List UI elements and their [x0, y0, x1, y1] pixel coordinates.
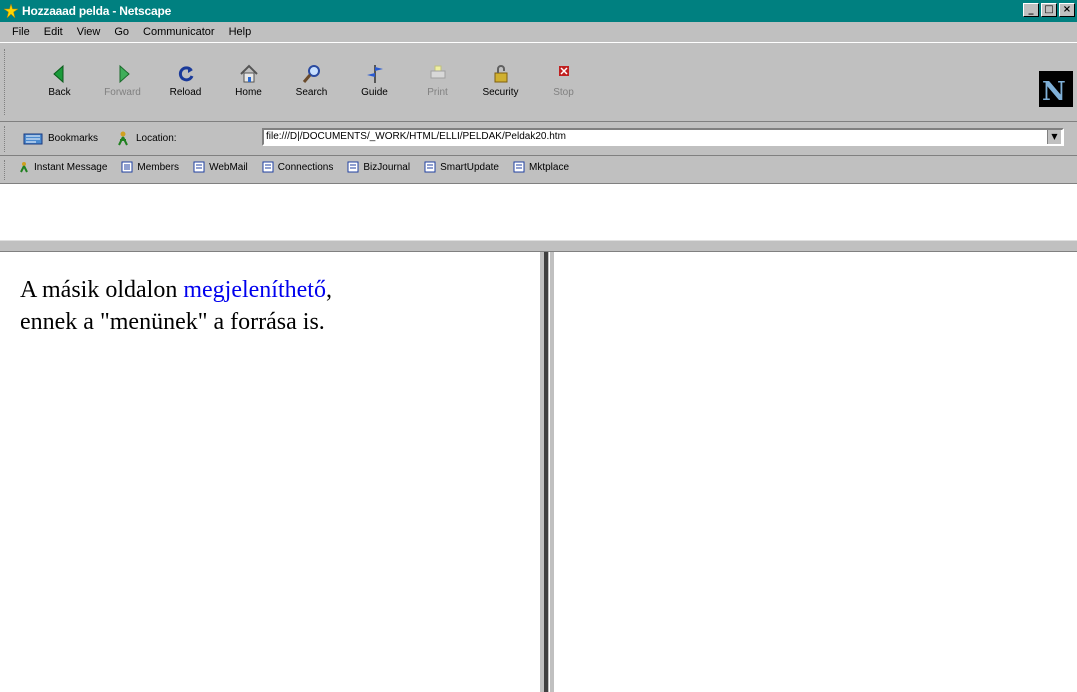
- title-bar: Hozzaaad pelda - Netscape _ □ ×: [0, 0, 1077, 22]
- search-label: Search: [295, 87, 328, 98]
- stop-button[interactable]: Stop: [532, 63, 595, 101]
- guide-label: Guide: [361, 87, 388, 98]
- menu-help[interactable]: Help: [229, 26, 252, 38]
- window-title: Hozzaaad pelda - Netscape: [22, 4, 172, 18]
- url-dropdown-button[interactable]: ▼: [1047, 130, 1061, 144]
- webmail-link[interactable]: WebMail: [193, 161, 248, 173]
- print-icon: [430, 65, 445, 79]
- members-label: Members: [137, 161, 180, 173]
- frame-divider-vertical[interactable]: [540, 252, 554, 692]
- right-frame: [554, 252, 1077, 692]
- content-line1-suffix: ,: [325, 277, 332, 303]
- security-button[interactable]: Security: [469, 63, 532, 101]
- left-frame: A másik oldalon megjeleníthető, ennek a …: [0, 252, 540, 692]
- menu-bar: File Edit View Go Communicator Help: [0, 22, 1077, 42]
- instant-message-label: Instant Message: [34, 161, 108, 173]
- menu-edit[interactable]: Edit: [44, 26, 63, 38]
- security-label: Security: [482, 87, 519, 98]
- toolbar-grip[interactable]: [4, 49, 8, 115]
- home-icon: [239, 64, 258, 83]
- menu-file[interactable]: File: [12, 26, 30, 38]
- netscape-app-icon: [3, 3, 19, 19]
- window-controls: _ □ ×: [1023, 3, 1075, 17]
- location-label: Location:: [136, 133, 177, 144]
- home-label: Home: [235, 87, 262, 98]
- connections-label: Connections: [277, 161, 334, 173]
- reload-label: Reload: [169, 87, 202, 98]
- forward-button[interactable]: Forward: [91, 63, 154, 101]
- navigation-toolbar: Back Forward Reload Home Search Guide Pr…: [0, 42, 1077, 122]
- location-icon: [118, 131, 128, 146]
- mktplace-icon: [513, 161, 525, 173]
- instant-message-link[interactable]: Instant Message: [18, 161, 107, 173]
- stop-label: Stop: [553, 87, 574, 98]
- divider-highlight: [549, 252, 550, 692]
- minimize-button[interactable]: _: [1023, 3, 1039, 17]
- mktplace-link[interactable]: Mktplace: [513, 161, 569, 173]
- bizjournal-link[interactable]: BizJournal: [347, 161, 410, 173]
- bizjournal-icon: [347, 161, 359, 173]
- back-label: Back: [48, 87, 71, 98]
- guide-icon: [366, 65, 383, 83]
- location-toolbar: Bookmarks Location: file:///D|/DOCUMENTS…: [0, 122, 1077, 156]
- reload-button[interactable]: Reload: [154, 63, 217, 101]
- home-button[interactable]: Home: [217, 63, 280, 101]
- location-grip[interactable]: [4, 126, 8, 152]
- print-button[interactable]: Print: [406, 63, 469, 101]
- maximize-button[interactable]: □: [1041, 3, 1057, 17]
- menu-go[interactable]: Go: [114, 26, 129, 38]
- back-button[interactable]: Back: [28, 63, 91, 101]
- instant-message-icon: [20, 162, 28, 173]
- url-text: file:///D|/DOCUMENTS/_WORK/HTML/ELLI/PEL…: [266, 131, 566, 142]
- bookmarks-icon[interactable]: [22, 132, 44, 146]
- smartupdate-icon: [424, 161, 436, 173]
- forward-arrow-icon: [119, 64, 130, 84]
- bookmarks-label[interactable]: Bookmarks: [48, 133, 98, 144]
- netscape-logo-letter: N: [1042, 77, 1066, 107]
- search-icon: [302, 65, 320, 83]
- content-line1-prefix: A másik oldalon: [20, 277, 184, 303]
- members-icon: [121, 161, 133, 173]
- guide-button[interactable]: Guide: [343, 63, 406, 101]
- url-input[interactable]: file:///D|/DOCUMENTS/_WORK/HTML/ELLI/PEL…: [262, 128, 1064, 146]
- frame-content-text: A másik oldalon megjeleníthető, ennek a …: [20, 274, 332, 338]
- connections-link[interactable]: Connections: [262, 161, 334, 173]
- frame-divider-horizontal[interactable]: [0, 240, 1077, 252]
- smartupdate-label: SmartUpdate: [440, 161, 499, 173]
- webmail-icon: [193, 161, 205, 173]
- smartupdate-link[interactable]: SmartUpdate: [424, 161, 499, 173]
- back-arrow-icon: [52, 64, 63, 84]
- header-frame: [0, 184, 1077, 240]
- connections-icon: [262, 161, 274, 173]
- search-button[interactable]: Search: [280, 63, 343, 101]
- webmail-label: WebMail: [209, 161, 248, 173]
- display-link[interactable]: megjeleníthető: [183, 277, 326, 303]
- netscape-logo[interactable]: N: [1039, 71, 1073, 107]
- divider-shadow: [544, 252, 548, 692]
- mktplace-label: Mktplace: [529, 161, 570, 173]
- personal-toolbar: Instant Message Members WebMail Connecti…: [0, 156, 1077, 184]
- bizjournal-label: BizJournal: [363, 161, 411, 173]
- content-line2: ennek a "menünek" a forrása is.: [20, 309, 325, 335]
- security-icon: [494, 65, 507, 83]
- members-link[interactable]: Members: [121, 161, 179, 173]
- menu-view[interactable]: View: [77, 26, 101, 38]
- reload-icon: [178, 66, 193, 82]
- personal-grip[interactable]: [4, 160, 8, 180]
- menu-communicator[interactable]: Communicator: [143, 26, 215, 38]
- close-button[interactable]: ×: [1059, 3, 1075, 17]
- forward-label: Forward: [104, 87, 141, 98]
- stop-icon: [558, 66, 569, 76]
- print-label: Print: [427, 87, 448, 98]
